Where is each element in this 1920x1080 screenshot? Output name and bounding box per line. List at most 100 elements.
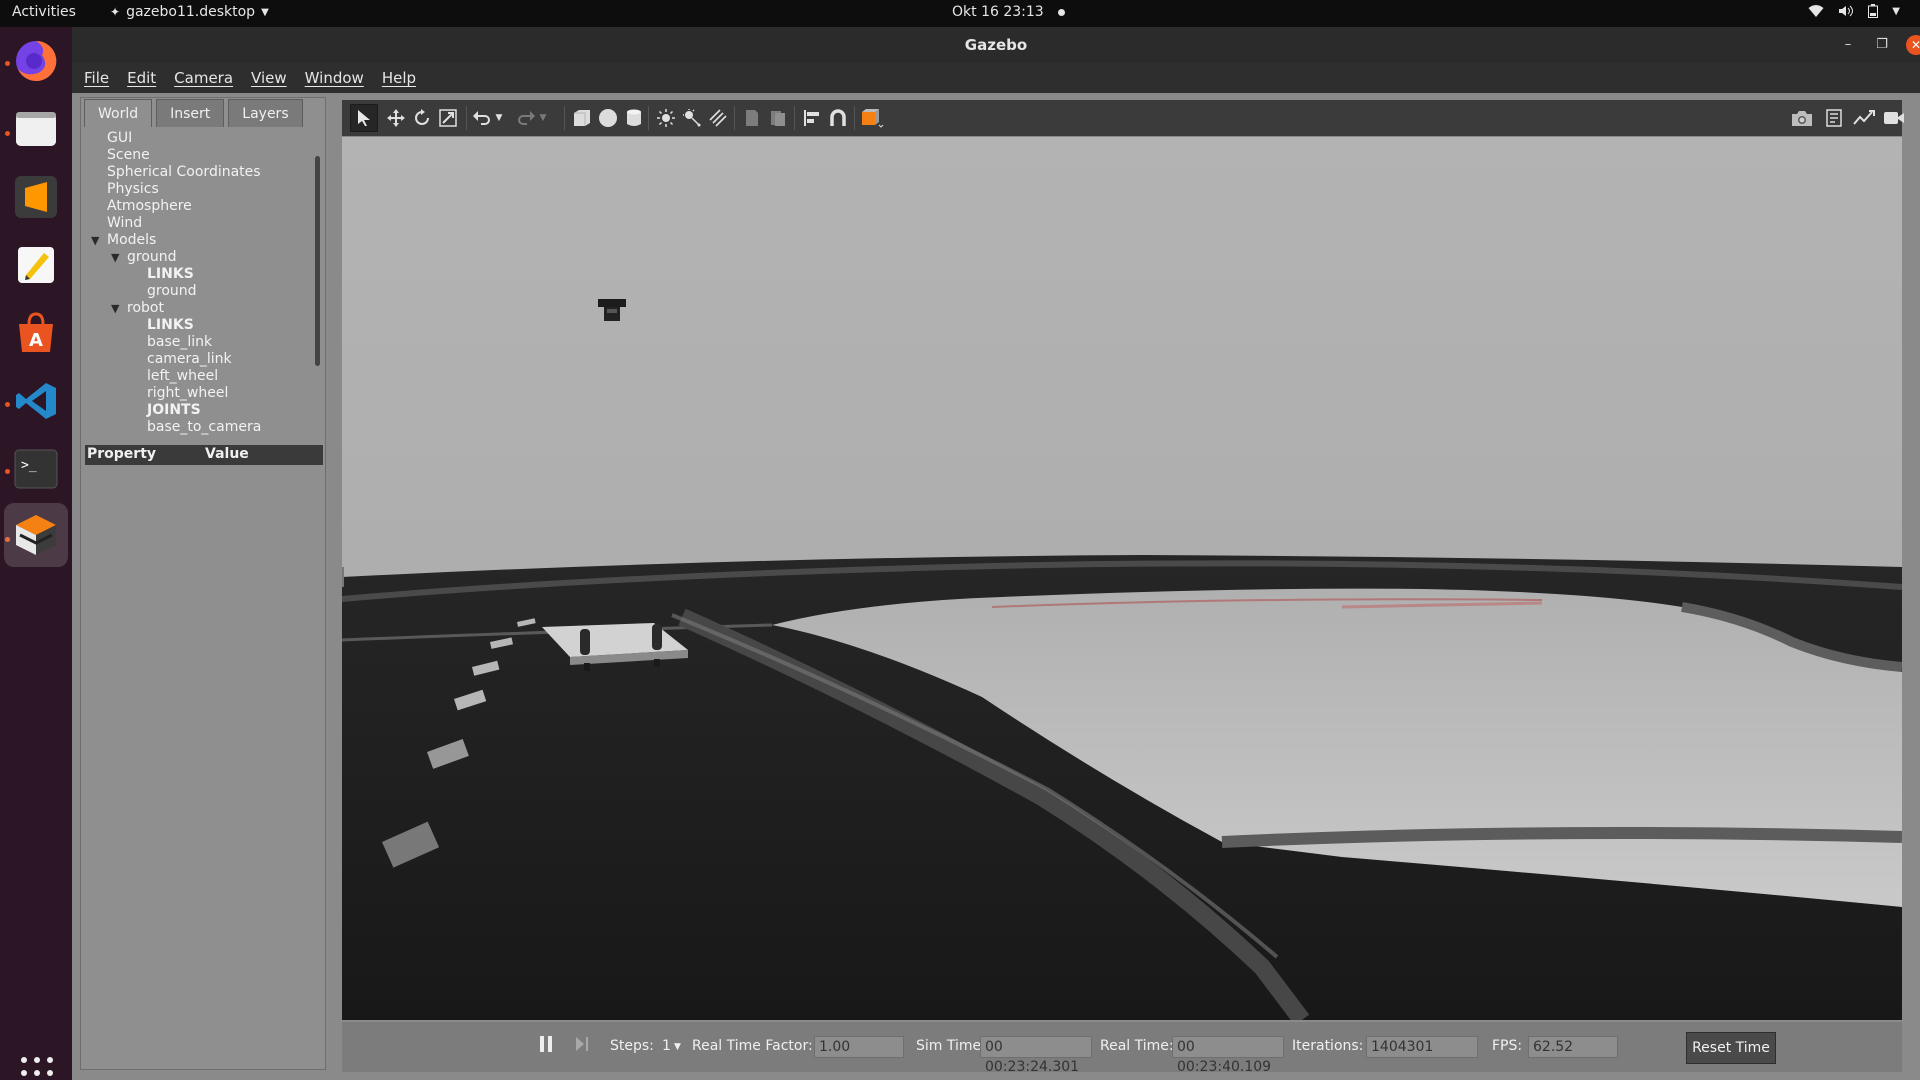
menu-view[interactable]: View — [251, 69, 287, 87]
tree-item-base-link[interactable]: base_link — [147, 334, 212, 351]
menu-camera[interactable]: Camera — [174, 69, 233, 87]
tree-item-base-to-camera[interactable]: base_to_camera — [147, 419, 261, 436]
title-bar[interactable]: Gazebo – ❐ ✕ — [72, 27, 1920, 63]
tree-item-left-wheel[interactable]: left_wheel — [147, 368, 218, 385]
software-center-icon[interactable]: A — [10, 307, 62, 359]
toolbar: ▼ ▼ — [342, 100, 1904, 136]
wifi-icon — [1808, 5, 1824, 17]
tree-item-ground-link[interactable]: ground — [147, 283, 197, 300]
toolbar-separator — [648, 106, 649, 130]
left-panel: World Insert Layers GUI Scene Spherical … — [80, 97, 326, 1070]
copy-icon[interactable] — [740, 106, 764, 130]
spot-light-icon[interactable] — [680, 106, 704, 130]
sphere-icon[interactable] — [596, 106, 620, 130]
text-editor-icon[interactable] — [10, 239, 62, 291]
reset-time-button[interactable]: Reset Time — [1686, 1032, 1776, 1064]
fps-field: 62.52 — [1528, 1036, 1618, 1058]
app-menu[interactable]: ✦ gazebo11.desktop ▼ — [110, 4, 269, 20]
rtf-field: 1.00 — [814, 1036, 904, 1058]
tree-item-atmosphere[interactable]: Atmosphere — [107, 198, 192, 215]
tab-world[interactable]: World — [84, 99, 153, 127]
app-menu-label: gazebo11.desktop — [126, 4, 256, 20]
gazebo-icon[interactable] — [4, 503, 68, 567]
view-angle-icon[interactable] — [860, 106, 884, 130]
menu-help[interactable]: Help — [382, 69, 416, 87]
tree-item-links-header: LINKS — [147, 317, 194, 333]
select-icon[interactable] — [350, 104, 378, 132]
minimize-icon[interactable]: – — [1838, 35, 1858, 55]
tree-item-physics[interactable]: Physics — [107, 181, 159, 198]
snap-icon[interactable] — [826, 106, 850, 130]
svg-text:>_: >_ — [21, 458, 37, 473]
chevron-down-icon: ▼ — [1892, 5, 1900, 17]
redo-icon[interactable] — [514, 106, 538, 130]
plot-icon[interactable] — [1852, 106, 1876, 130]
value-column: Value — [205, 446, 249, 462]
align-icon[interactable] — [800, 106, 824, 130]
step-icon[interactable] — [574, 1034, 590, 1058]
system-tray[interactable]: ▼ — [1808, 4, 1900, 18]
bottom-bar: Steps: 1 ▼ Real Time Factor: 1.00 Sim Ti… — [342, 1022, 1902, 1075]
menu-edit[interactable]: Edit — [127, 69, 156, 87]
maximize-icon[interactable]: ❐ — [1872, 35, 1892, 55]
screenshot-icon[interactable] — [1790, 106, 1814, 130]
expand-arrow-icon[interactable]: ▼ — [111, 251, 119, 264]
tab-layers[interactable]: Layers — [228, 99, 303, 127]
tree-item-links-header: LINKS — [147, 266, 194, 282]
tree-item-right-wheel[interactable]: right_wheel — [147, 385, 228, 402]
dock: A >_ — [0, 27, 72, 1080]
log-icon[interactable] — [1822, 106, 1846, 130]
chevron-down-icon: ▼ — [261, 6, 269, 18]
undo-icon[interactable] — [470, 106, 494, 130]
window-title: Gazebo — [964, 36, 1028, 54]
tree-item-robot[interactable]: robot — [127, 300, 164, 317]
tree-item-spherical-coordinates[interactable]: Spherical Coordinates — [107, 164, 261, 181]
toolbar-separator — [466, 106, 467, 130]
expand-arrow-icon[interactable]: ▼ — [111, 302, 119, 315]
property-column: Property — [87, 446, 157, 462]
expand-arrow-icon[interactable]: ▼ — [91, 234, 99, 247]
steps-chevron-icon[interactable]: ▼ — [674, 1042, 681, 1052]
real-time-field: 00 00:23:40.109 — [1172, 1036, 1284, 1075]
tree-item-scene[interactable]: Scene — [107, 147, 150, 164]
activities-button[interactable]: Activities — [12, 4, 76, 20]
files-icon[interactable] — [10, 103, 62, 155]
steps-value[interactable]: 1 — [662, 1038, 671, 1054]
video-icon[interactable] — [1882, 106, 1906, 130]
tree-scrollbar[interactable] — [315, 156, 320, 366]
scale-icon[interactable] — [436, 106, 460, 130]
point-light-icon[interactable] — [654, 106, 678, 130]
battery-icon — [1868, 4, 1879, 18]
box-icon[interactable] — [570, 106, 594, 130]
menu-window[interactable]: Window — [305, 69, 364, 87]
close-icon[interactable]: ✕ — [1906, 35, 1920, 55]
property-header: Property Value — [85, 445, 323, 465]
sim-time-label: Sim Time: — [916, 1038, 986, 1054]
window-controls: – ❐ ✕ — [1824, 35, 1920, 55]
directional-light-icon[interactable] — [706, 106, 730, 130]
show-apps-icon[interactable] — [21, 1057, 53, 1080]
cylinder-icon[interactable] — [622, 106, 646, 130]
sublime-text-icon[interactable] — [10, 171, 62, 223]
undo-history-chevron-icon[interactable]: ▼ — [492, 106, 506, 130]
tree-item-wind[interactable]: Wind — [107, 215, 142, 232]
tree-item-models[interactable]: Models — [107, 232, 156, 249]
redo-history-chevron-icon[interactable]: ▼ — [536, 106, 550, 130]
vscode-icon[interactable] — [10, 375, 62, 427]
menu-file[interactable]: File — [84, 69, 109, 87]
pause-icon[interactable] — [538, 1034, 554, 1058]
translate-icon[interactable] — [384, 106, 408, 130]
firefox-icon[interactable] — [10, 35, 62, 87]
scene-viewport[interactable] — [342, 137, 1902, 1020]
tree-item-ground[interactable]: ground — [127, 249, 177, 266]
tab-insert[interactable]: Insert — [156, 99, 225, 127]
clock[interactable]: Okt 16 23:13 — [952, 4, 1065, 20]
panel-tabs: World Insert Layers — [84, 99, 303, 127]
iterations-label: Iterations: — [1292, 1038, 1364, 1054]
paste-icon[interactable] — [766, 106, 790, 130]
clock-label: Okt 16 23:13 — [952, 4, 1044, 20]
tree-item-gui[interactable]: GUI — [107, 130, 132, 147]
rotate-icon[interactable] — [410, 106, 434, 130]
terminal-icon[interactable]: >_ — [10, 443, 62, 495]
tree-item-camera-link[interactable]: camera_link — [147, 351, 232, 368]
